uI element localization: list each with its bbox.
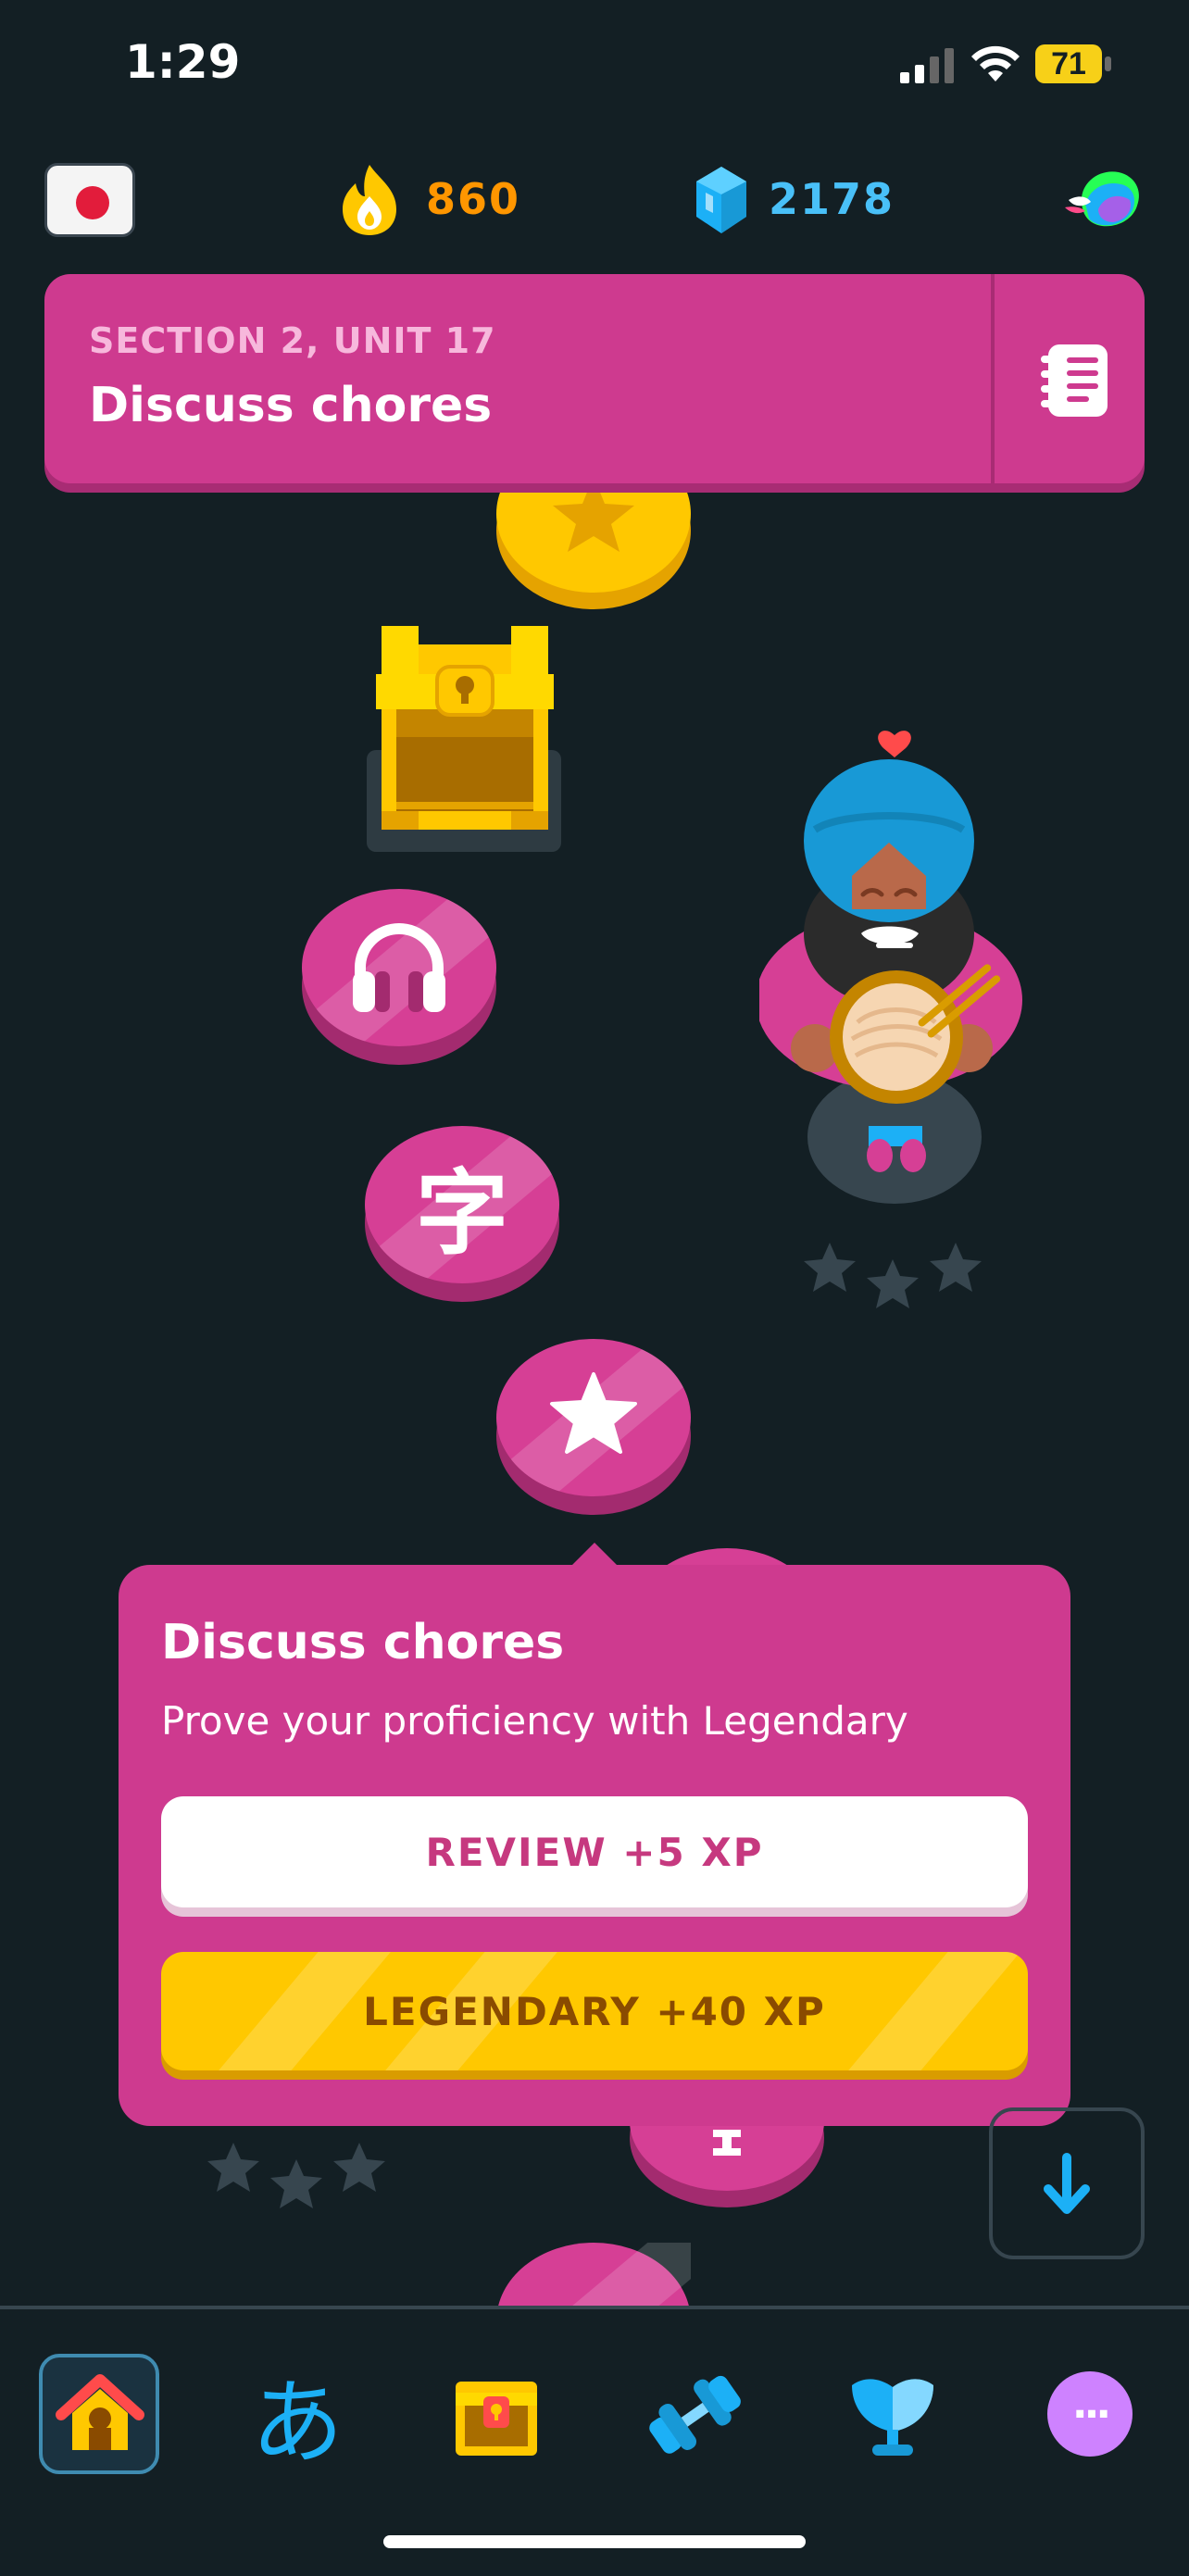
nav-more[interactable]: ··· bbox=[1030, 2354, 1150, 2474]
star-icon bbox=[553, 476, 634, 552]
streak-flame-icon[interactable] bbox=[339, 163, 400, 237]
battery-level: 71 bbox=[1035, 44, 1102, 83]
nav-home[interactable] bbox=[39, 2354, 159, 2474]
headphones-icon bbox=[353, 923, 445, 1012]
next-unit-node-partial[interactable] bbox=[496, 2243, 691, 2306]
characters-lesson-node[interactable]: 字 bbox=[365, 1126, 559, 1302]
streak-count[interactable]: 860 bbox=[426, 174, 520, 224]
leaderboard-chest-icon bbox=[456, 2382, 537, 2456]
super-duolingo-icon[interactable] bbox=[1063, 163, 1145, 237]
nav-practice[interactable] bbox=[633, 2354, 754, 2474]
home-icon bbox=[56, 2374, 144, 2450]
league-trophy-icon bbox=[852, 2379, 933, 2456]
nav-leaderboard[interactable] bbox=[435, 2354, 556, 2474]
popup-description: Prove your proficiency with Legendary bbox=[161, 1698, 908, 1744]
character-illustration bbox=[759, 731, 1022, 1204]
unit-section-label: SECTION 2, UNIT 17 bbox=[89, 320, 496, 361]
status-time: 1:29 bbox=[125, 35, 241, 89]
popup-title: Discuss chores bbox=[161, 1615, 565, 1670]
arrow-down-icon bbox=[1044, 2153, 1090, 2214]
guidebook-icon[interactable] bbox=[1035, 339, 1119, 422]
current-lesson-node[interactable] bbox=[496, 1339, 691, 1515]
star-icon bbox=[550, 1372, 637, 1454]
kanji-character-label: 字 bbox=[416, 1158, 508, 1268]
course-flag-button[interactable] bbox=[44, 163, 135, 237]
home-indicator[interactable] bbox=[383, 2535, 806, 2548]
lesson-progress-stars bbox=[207, 2143, 385, 2208]
legendary-button[interactable]: LEGENDARY +40 XP bbox=[161, 1952, 1028, 2070]
lesson-popup: Discuss chores Prove your proficiency wi… bbox=[119, 1565, 1070, 2126]
practice-dumbbell-icon bbox=[649, 2375, 741, 2454]
gem-icon[interactable] bbox=[691, 163, 752, 237]
battery-indicator: 71 bbox=[1035, 44, 1111, 83]
nav-leagues[interactable] bbox=[832, 2354, 952, 2474]
trophy-icon bbox=[713, 2130, 741, 2156]
review-button[interactable]: REVIEW +5 XP bbox=[161, 1796, 1028, 1907]
treasure-chest-icon[interactable] bbox=[367, 626, 561, 852]
scroll-down-button[interactable] bbox=[989, 2107, 1145, 2259]
listening-lesson-node[interactable] bbox=[302, 889, 496, 1065]
wifi-icon bbox=[971, 45, 1020, 81]
gem-count[interactable]: 2178 bbox=[769, 174, 895, 224]
trophy-node-partial[interactable] bbox=[630, 2126, 824, 2209]
nav-characters[interactable]: あ bbox=[237, 2354, 357, 2477]
more-icon: ··· bbox=[1047, 2371, 1133, 2457]
unit-title: Discuss chores bbox=[89, 378, 493, 433]
japan-flag-icon bbox=[76, 186, 109, 219]
characters-icon: あ bbox=[251, 2368, 344, 2477]
unit-banner[interactable]: SECTION 2, UNIT 17 Discuss chores bbox=[44, 274, 1145, 483]
character-progress-stars bbox=[804, 1243, 982, 1308]
cellular-signal-icon bbox=[900, 48, 954, 83]
legendary-button-label: LEGENDARY +40 XP bbox=[363, 1988, 826, 2034]
